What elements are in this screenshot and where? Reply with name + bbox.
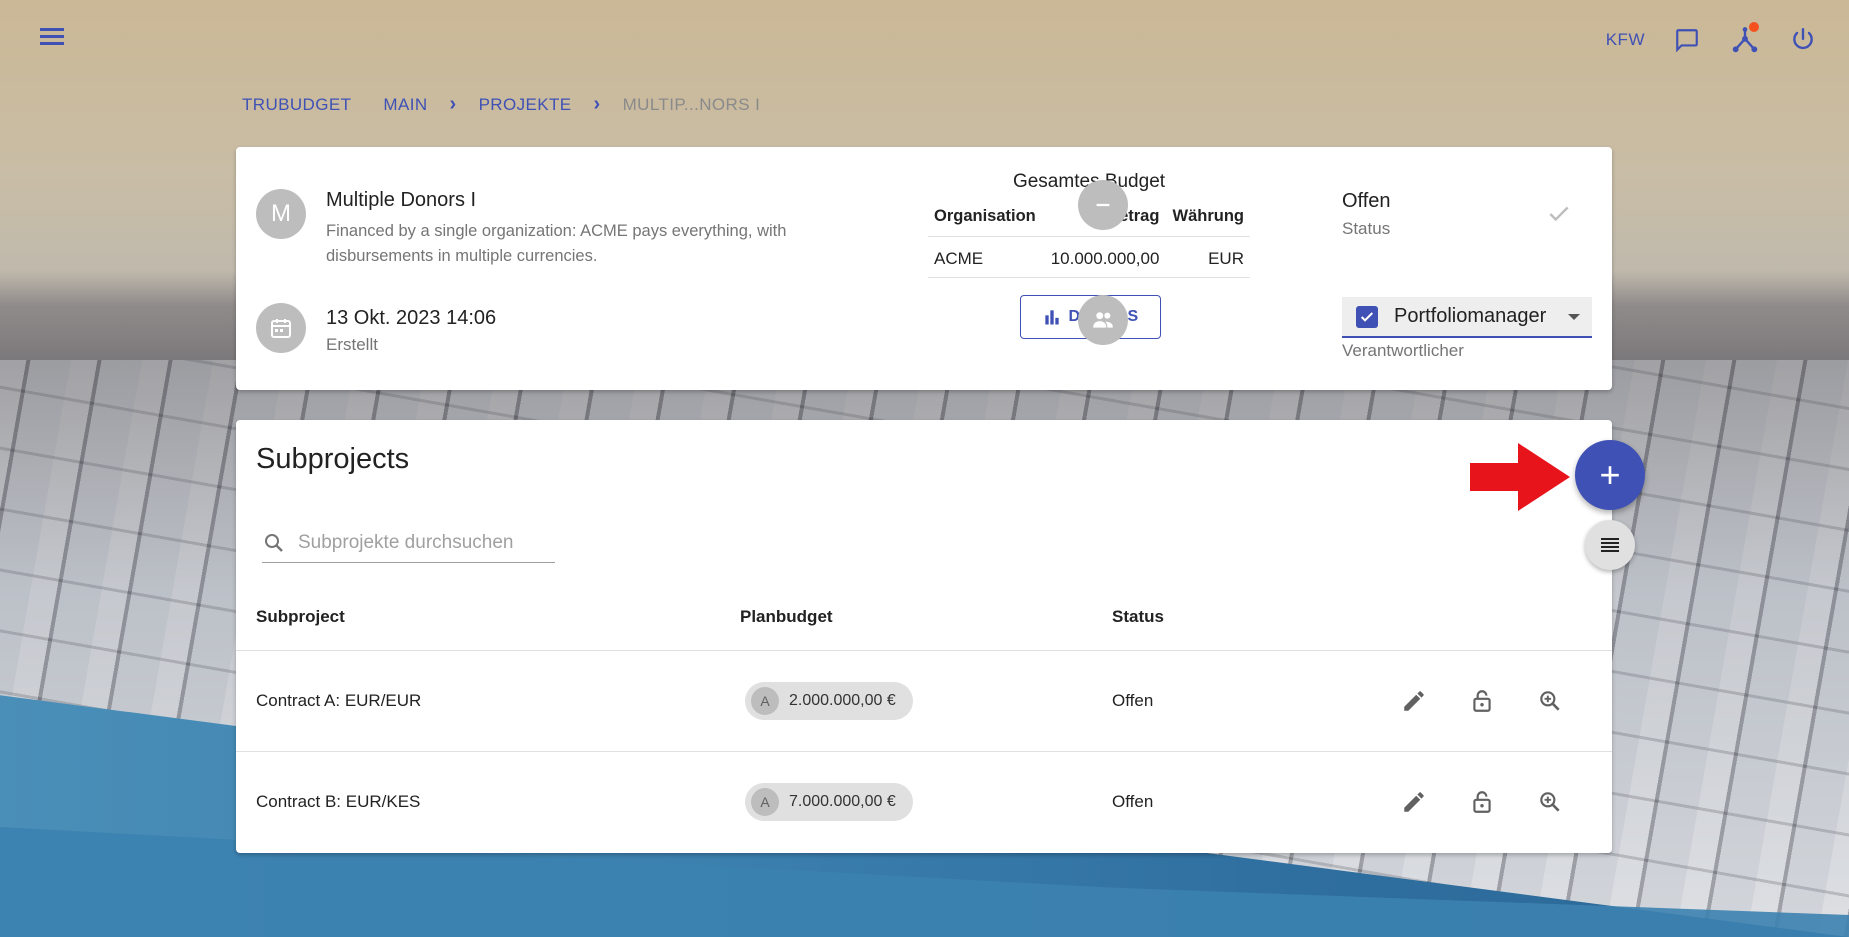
subproject-name: Contract A: EUR/EUR <box>256 691 422 710</box>
status-label: Status <box>1342 219 1391 238</box>
subproject-status: Offen <box>1112 691 1154 710</box>
breadcrumb-projekte[interactable]: PROJEKTE <box>479 95 572 115</box>
project-info-card: M Multiple Donors I Financed by a single… <box>236 147 1612 390</box>
add-subproject-button[interactable]: + <box>1575 440 1645 510</box>
subproject-status: Offen <box>1112 792 1154 811</box>
budget-chip: A 2.000.000,00 € <box>745 682 913 720</box>
people-icon <box>1078 295 1128 345</box>
checkbox-checked-icon <box>1356 305 1378 328</box>
budget-header-organisation: Organisation <box>934 207 1036 225</box>
red-arrow-annotation <box>1470 443 1570 511</box>
edit-icon[interactable] <box>1396 782 1432 822</box>
chip-budget: 7.000.000,00 € <box>789 793 896 810</box>
subproject-name: Contract B: EUR/KES <box>256 792 421 811</box>
dropdown-arrow-icon <box>1568 313 1580 320</box>
budget-row: ACME 10.000.000,00 EUR <box>928 236 1250 278</box>
budget-currency: EUR <box>1165 236 1250 278</box>
lock-open-icon[interactable] <box>1464 681 1500 721</box>
organization-label: KFW <box>1605 30 1645 49</box>
project-avatar: M <box>256 189 306 239</box>
power-icon[interactable] <box>1787 24 1819 56</box>
chat-icon[interactable] <box>1671 24 1703 56</box>
budget-organisation: ACME <box>928 236 1044 278</box>
subprojects-title: Subprojects <box>256 443 410 475</box>
subprojects-card: Subprojects Subprojekte durchsuchen Subp… <box>236 420 1612 853</box>
edit-icon[interactable] <box>1396 681 1432 721</box>
search-placeholder: Subprojekte durchsuchen <box>298 531 514 553</box>
budget-chip: A 7.000.000,00 € <box>745 783 913 821</box>
notification-dot <box>1749 22 1759 32</box>
minus-icon <box>1078 180 1128 230</box>
reorder-list-button[interactable] <box>1585 520 1635 570</box>
table-row[interactable]: Contract B: EUR/KES A 7.000.000,00 € Off… <box>236 751 1612 852</box>
calendar-icon <box>256 303 306 353</box>
status-value: Offen <box>1342 190 1391 212</box>
search-icon <box>265 533 283 552</box>
responsible-label: Verantwortlicher <box>1342 341 1464 360</box>
chip-avatar: A <box>751 788 779 816</box>
column-subproject: Subproject <box>256 607 345 626</box>
project-title: Multiple Donors I <box>326 189 477 211</box>
budget-header-currency: Währung <box>1172 207 1245 225</box>
zoom-in-icon[interactable] <box>1532 681 1568 721</box>
chip-avatar: A <box>751 687 779 715</box>
project-description: Financed by a single organization: ACME … <box>326 222 787 265</box>
chevron-right-icon: › <box>593 93 601 115</box>
check-icon[interactable] <box>1546 201 1572 232</box>
plus-icon: + <box>1599 454 1621 495</box>
chevron-right-icon: › <box>449 93 457 115</box>
column-status: Status <box>1112 607 1164 626</box>
budget-amount: 10.000.000,00 <box>1043 236 1166 278</box>
lock-open-icon[interactable] <box>1464 782 1500 822</box>
breadcrumb-trubudget[interactable]: TRUBUDGET <box>242 95 351 115</box>
menu-icon[interactable] <box>40 28 68 50</box>
network-icon[interactable] <box>1729 22 1761 56</box>
table-row[interactable]: Contract A: EUR/EUR A 2.000.000,00 € Off… <box>236 650 1612 751</box>
breadcrumb-main[interactable]: MAIN <box>383 95 427 115</box>
responsible-value: Portfoliomanager <box>1394 305 1547 327</box>
breadcrumb: TRUBUDGET MAIN › PROJEKTE › MULTIP...NOR… <box>242 93 760 116</box>
subproject-search-input[interactable]: Subprojekte durchsuchen <box>262 523 555 563</box>
breadcrumb-current: MULTIP...NORS I <box>622 94 761 114</box>
column-planbudget: Planbudget <box>740 607 833 626</box>
chip-budget: 2.000.000,00 € <box>789 692 896 709</box>
created-label: Erstellt <box>326 335 378 354</box>
bar-chart-icon <box>1045 310 1060 325</box>
top-bar: KFW <box>0 0 1849 80</box>
created-date: 13 Okt. 2023 14:06 <box>326 307 497 329</box>
list-icon <box>1601 538 1619 552</box>
zoom-in-icon[interactable] <box>1532 782 1568 822</box>
responsible-select[interactable]: Portfoliomanager <box>1342 297 1592 338</box>
